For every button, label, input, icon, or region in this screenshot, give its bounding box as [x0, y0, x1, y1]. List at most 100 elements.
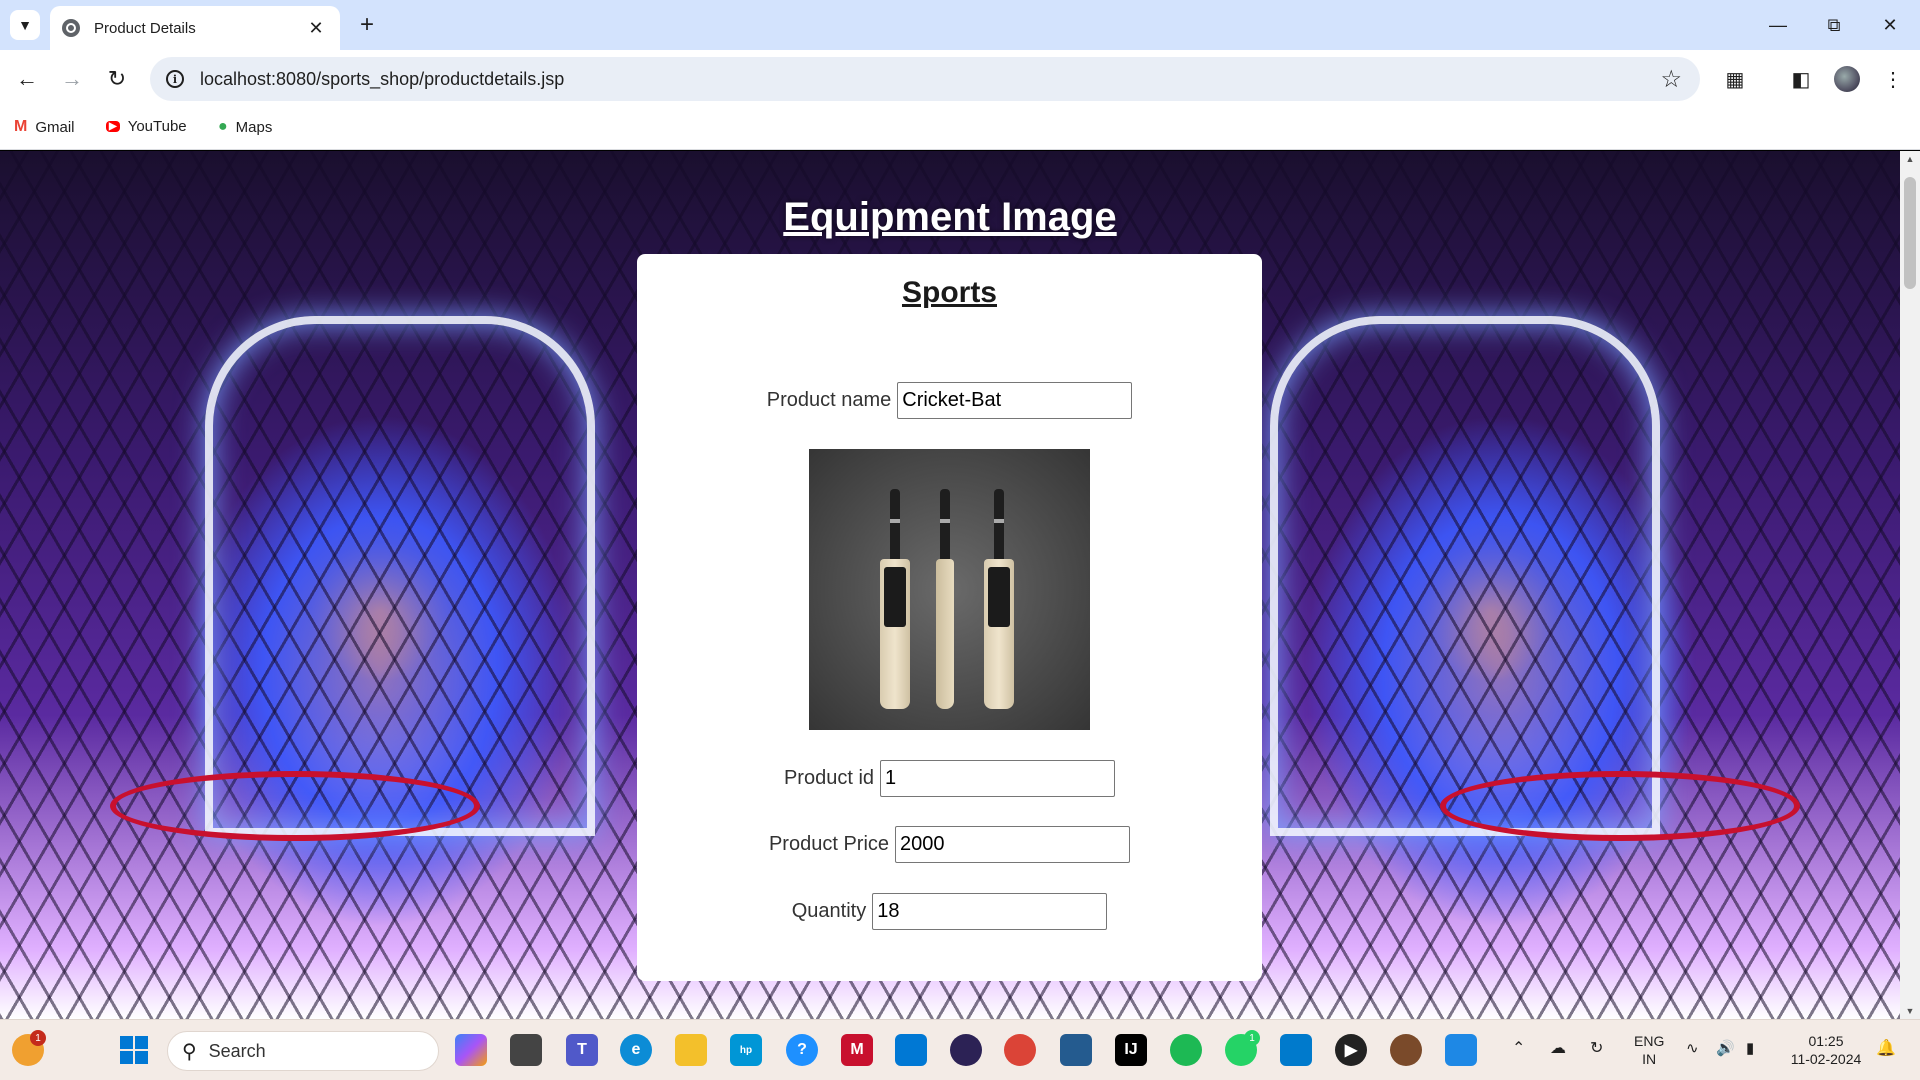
address-bar[interactable]: i localhost:8080/sports_shop/productdeta… — [150, 57, 1700, 101]
mysql-icon[interactable] — [1060, 1034, 1092, 1066]
forward-button[interactable]: → — [55, 62, 89, 96]
scroll-up-icon[interactable]: ▲ — [1900, 151, 1920, 167]
bookmark-label: Maps — [235, 118, 273, 136]
product-card: Sports Product name Product id Product P… — [637, 254, 1262, 981]
app-icon[interactable] — [1390, 1034, 1422, 1066]
bookmark-label: YouTube — [127, 118, 187, 135]
reload-button[interactable]: ↻ — [100, 62, 134, 96]
background-backboard-left — [205, 316, 595, 836]
bookmarks-bar: M Gmail ▶ YouTube ● Maps — [0, 108, 1920, 150]
language-indicator[interactable]: ENG IN — [1634, 1032, 1664, 1068]
product-price-input[interactable] — [895, 826, 1131, 863]
vscode-icon[interactable] — [1280, 1034, 1312, 1066]
clock-time: 01:25 — [1808, 1033, 1844, 1049]
quantity-row: Quantity — [637, 893, 1262, 930]
chevron-down-icon: ▼ — [18, 17, 32, 33]
bookmark-maps[interactable]: ● Maps — [218, 118, 272, 136]
page-title: Equipment Image — [783, 195, 1117, 239]
wifi-icon[interactable]: ∿ — [1686, 1040, 1699, 1058]
help-icon[interactable]: ? — [786, 1034, 818, 1066]
bookmark-gmail[interactable]: M Gmail — [14, 118, 75, 136]
task-view-icon[interactable] — [510, 1034, 542, 1066]
new-tab-button[interactable]: + — [352, 10, 382, 40]
page-scrollbar[interactable]: ▲ ▼ — [1900, 151, 1920, 1019]
background-hoop-left — [110, 771, 480, 841]
tab-title: Product Details — [94, 19, 196, 37]
quantity-input[interactable] — [872, 893, 1108, 930]
browser-tabstrip: ▼ Product Details ✕ + — ⧉ ✕ — [0, 0, 1920, 50]
tab-search-button[interactable]: ▼ — [10, 10, 40, 40]
eclipse-icon[interactable] — [950, 1034, 982, 1066]
windows-icon — [120, 1036, 148, 1064]
url-text[interactable]: localhost:8080/sports_shop/productdetail… — [200, 69, 1660, 90]
browser-toolbar: ← → ↻ i localhost:8080/sports_shop/produ… — [0, 50, 1920, 108]
site-info-icon[interactable]: i — [166, 70, 184, 88]
sync-icon[interactable]: ↻ — [1590, 1040, 1603, 1058]
arrow-right-icon: → — [61, 66, 83, 91]
notification-bell-icon[interactable]: 🔔 — [1876, 1040, 1896, 1058]
battery-icon[interactable]: ▮ — [1746, 1040, 1754, 1058]
cricket-bat-image — [809, 449, 1090, 730]
spotify-icon[interactable] — [1170, 1034, 1202, 1066]
product-name-row: Product name — [637, 382, 1262, 419]
background-backboard-right — [1270, 316, 1660, 836]
language-label: ENG — [1634, 1033, 1665, 1049]
clock[interactable]: 01:25 11-02-2024 — [1786, 1032, 1866, 1068]
teams-icon[interactable]: T — [566, 1034, 598, 1066]
product-name-input[interactable] — [897, 382, 1133, 419]
bookmark-star-icon[interactable]: ☆ — [1660, 65, 1682, 94]
product-id-label: Product id — [783, 767, 875, 789]
taskbar: 1 ⚲ Search T e hp ? M IJ 1 ▶ ⌃ ☁ ↻ ENG I… — [0, 1019, 1920, 1080]
search-label: Search — [208, 1040, 266, 1061]
maps-icon: ● — [218, 118, 228, 135]
close-tab-icon[interactable]: ✕ — [304, 18, 328, 39]
region-label: IN — [1642, 1051, 1657, 1067]
arrow-left-icon: ← — [16, 66, 38, 91]
back-button[interactable]: ← — [10, 62, 44, 96]
restore-button[interactable]: ⧉ — [1806, 8, 1862, 42]
intellij-icon[interactable]: IJ — [1115, 1034, 1147, 1066]
volume-icon[interactable]: 🔊 — [1716, 1040, 1735, 1058]
weather-badge: 1 — [30, 1030, 46, 1046]
clock-date: 11-02-2024 — [1790, 1051, 1862, 1067]
product-price-label: Product Price — [768, 833, 890, 855]
profile-avatar[interactable] — [1830, 62, 1864, 96]
side-panel-icon[interactable]: ◧ — [1784, 62, 1818, 96]
menu-kebab-icon[interactable]: ⋮ — [1876, 62, 1910, 96]
gmail-icon: M — [14, 118, 28, 135]
reload-icon: ↻ — [107, 66, 127, 91]
copilot-icon[interactable] — [455, 1034, 487, 1066]
myhp-icon[interactable]: hp — [730, 1034, 762, 1066]
store-icon[interactable] — [895, 1034, 927, 1066]
card-title: Sports — [901, 276, 997, 309]
bookmark-youtube[interactable]: ▶ YouTube — [106, 118, 187, 135]
start-button[interactable] — [118, 1034, 150, 1066]
globe-icon — [62, 19, 80, 37]
media-player-icon[interactable]: ▶ — [1335, 1034, 1367, 1066]
browser-tab[interactable]: Product Details ✕ — [50, 6, 340, 50]
bookmark-label: Gmail — [35, 118, 75, 136]
product-id-row: Product id — [637, 760, 1262, 797]
close-window-button[interactable]: ✕ — [1862, 8, 1918, 42]
background-hoop-right — [1440, 771, 1800, 841]
product-id-input[interactable] — [880, 760, 1116, 797]
file-explorer-icon[interactable] — [675, 1034, 707, 1066]
onedrive-icon[interactable]: ☁ — [1550, 1040, 1566, 1058]
whatsapp-badge: 1 — [1244, 1030, 1260, 1046]
quantity-label: Quantity — [791, 900, 867, 922]
search-icon: ⚲ — [182, 1040, 197, 1063]
scroll-down-icon[interactable]: ▼ — [1900, 1003, 1920, 1019]
product-name-label: Product name — [766, 389, 892, 411]
edge-icon[interactable]: e — [620, 1034, 652, 1066]
taskbar-search[interactable]: ⚲ Search — [167, 1031, 439, 1071]
minimize-button[interactable]: — — [1750, 8, 1806, 42]
show-hidden-icons-icon[interactable]: ⌃ — [1512, 1040, 1525, 1058]
photos-icon[interactable] — [1445, 1034, 1477, 1066]
extensions-icon[interactable]: ▦ — [1718, 62, 1752, 96]
chrome-icon[interactable] — [1004, 1034, 1036, 1066]
mcafee-icon[interactable]: M — [841, 1034, 873, 1066]
product-price-row: Product Price — [637, 826, 1262, 863]
scroll-thumb[interactable] — [1904, 177, 1916, 289]
page-viewport: Equipment Image Sports Product name Prod… — [0, 151, 1900, 1019]
youtube-icon: ▶ — [106, 121, 120, 132]
